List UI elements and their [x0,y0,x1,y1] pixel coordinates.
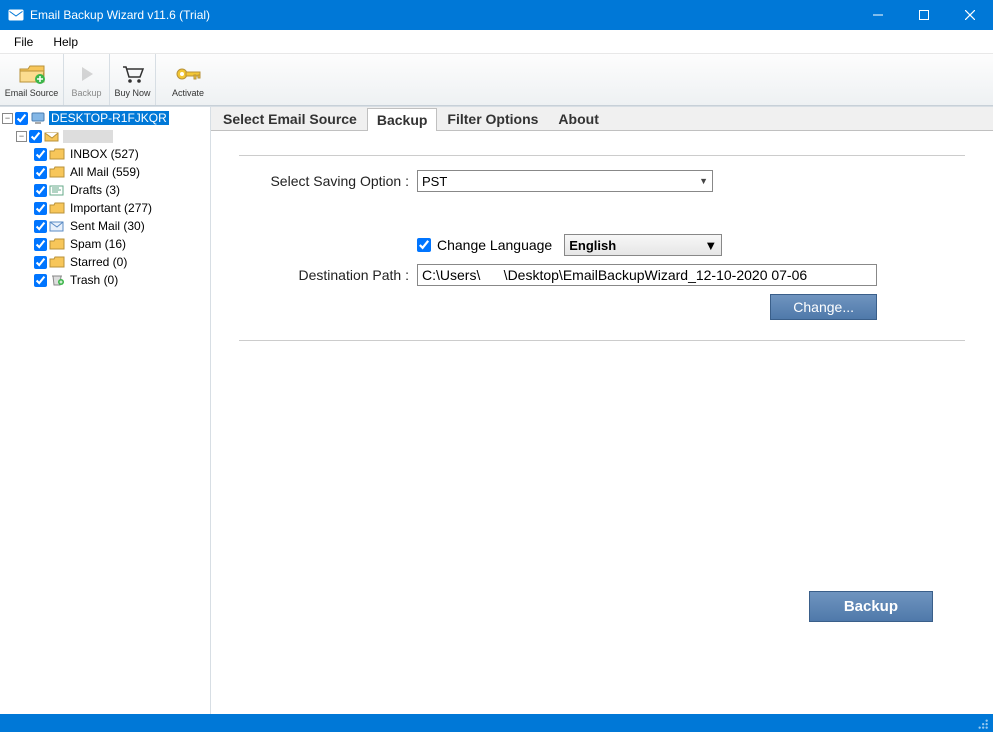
chevron-down-icon: ▼ [704,238,717,253]
minimize-button[interactable] [855,0,901,30]
chevron-down-icon: ▼ [699,176,712,186]
tree-root[interactable]: − DESKTOP-R1FJKQR [0,109,210,127]
tree-account-label [63,130,113,143]
toolbar-label: Buy Now [114,88,150,98]
menu-bar: File Help [0,30,993,54]
folder-icon [49,165,65,179]
tree-checkbox[interactable] [34,148,47,161]
tree-folder-label: All Mail (559) [68,165,142,179]
toolbar: Email Source Backup Buy Now Activate [0,54,993,106]
tree-folder[interactable]: INBOX (527) [0,145,210,163]
expand-toggle-icon[interactable]: − [2,113,13,124]
toolbar-label: Backup [71,88,101,98]
tree-checkbox[interactable] [34,166,47,179]
tab-bar: Select Email Source Backup Filter Option… [211,107,993,131]
toolbar-email-source[interactable]: Email Source [0,54,64,105]
folder-icon [49,183,65,197]
tree-account[interactable]: − [0,127,210,145]
app-icon [8,7,24,23]
language-value: English [569,238,616,253]
tree-folder-label: Sent Mail (30) [68,219,147,233]
folder-icon [49,273,65,287]
tree-checkbox[interactable] [34,202,47,215]
expand-toggle-icon[interactable]: − [16,131,27,142]
saving-option-value: PST [422,174,447,189]
saving-option-select[interactable]: PST ▼ [417,170,713,192]
change-language-checkbox-label[interactable]: Change Language [417,237,552,253]
tree-checkbox[interactable] [29,130,42,143]
tree-checkbox[interactable] [15,112,28,125]
maximize-button[interactable] [901,0,947,30]
tree-folder-label: Trash (0) [68,273,120,287]
folder-tree[interactable]: − DESKTOP-R1FJKQR − INBOX (527) All Mail … [0,107,211,714]
tree-folder[interactable]: Trash (0) [0,271,210,289]
folder-icon [49,147,65,161]
mailbox-icon [44,129,60,143]
tree-folder[interactable]: Starred (0) [0,253,210,271]
play-icon [77,62,97,86]
resize-grip-icon[interactable] [975,716,989,730]
change-button[interactable]: Change... [770,294,877,320]
tree-folder-label: Starred (0) [68,255,129,269]
tree-folder[interactable]: Sent Mail (30) [0,217,210,235]
computer-icon [30,111,46,125]
tree-folder-label: Important (277) [68,201,154,215]
tree-checkbox[interactable] [34,184,47,197]
tree-folder-label: INBOX (527) [68,147,141,161]
destination-path-label: Destination Path : [239,267,417,283]
menu-help[interactable]: Help [43,32,88,52]
tree-folder[interactable]: Drafts (3) [0,181,210,199]
folder-icon [49,201,65,215]
tree-folder[interactable]: Spam (16) [0,235,210,253]
tree-checkbox[interactable] [34,274,47,287]
folder-icon [49,237,65,251]
toolbar-label: Email Source [5,88,59,98]
saving-option-label: Select Saving Option : [239,173,417,189]
folder-icon [49,255,65,269]
tab-select-email-source[interactable]: Select Email Source [213,107,367,130]
toolbar-backup[interactable]: Backup [64,54,110,105]
toolbar-label: Activate [172,88,204,98]
folder-add-icon [18,62,46,86]
language-select[interactable]: English ▼ [564,234,722,256]
cart-icon [121,62,145,86]
backup-panel: Select Saving Option : PST ▼ Change Lang… [211,131,993,714]
key-icon [174,62,202,86]
status-bar [0,714,993,732]
tree-folder-label: Drafts (3) [68,183,122,197]
tree-folder[interactable]: All Mail (559) [0,163,210,181]
close-button[interactable] [947,0,993,30]
tree-folder-label: Spam (16) [68,237,128,251]
tab-about[interactable]: About [548,107,608,130]
folder-icon [49,219,65,233]
change-language-checkbox[interactable] [417,238,431,252]
menu-file[interactable]: File [4,32,43,52]
tab-backup[interactable]: Backup [367,108,438,131]
tab-filter-options[interactable]: Filter Options [437,107,548,130]
toolbar-activate[interactable]: Activate [156,54,220,105]
destination-path-input[interactable] [417,264,877,286]
tree-checkbox[interactable] [34,220,47,233]
window-title: Email Backup Wizard v11.6 (Trial) [30,8,855,22]
title-bar: Email Backup Wizard v11.6 (Trial) [0,0,993,30]
tree-root-label[interactable]: DESKTOP-R1FJKQR [49,111,169,125]
tree-checkbox[interactable] [34,238,47,251]
tree-folder[interactable]: Important (277) [0,199,210,217]
toolbar-buy-now[interactable]: Buy Now [110,54,156,105]
change-language-text: Change Language [437,237,552,253]
backup-button[interactable]: Backup [809,591,933,622]
tree-checkbox[interactable] [34,256,47,269]
